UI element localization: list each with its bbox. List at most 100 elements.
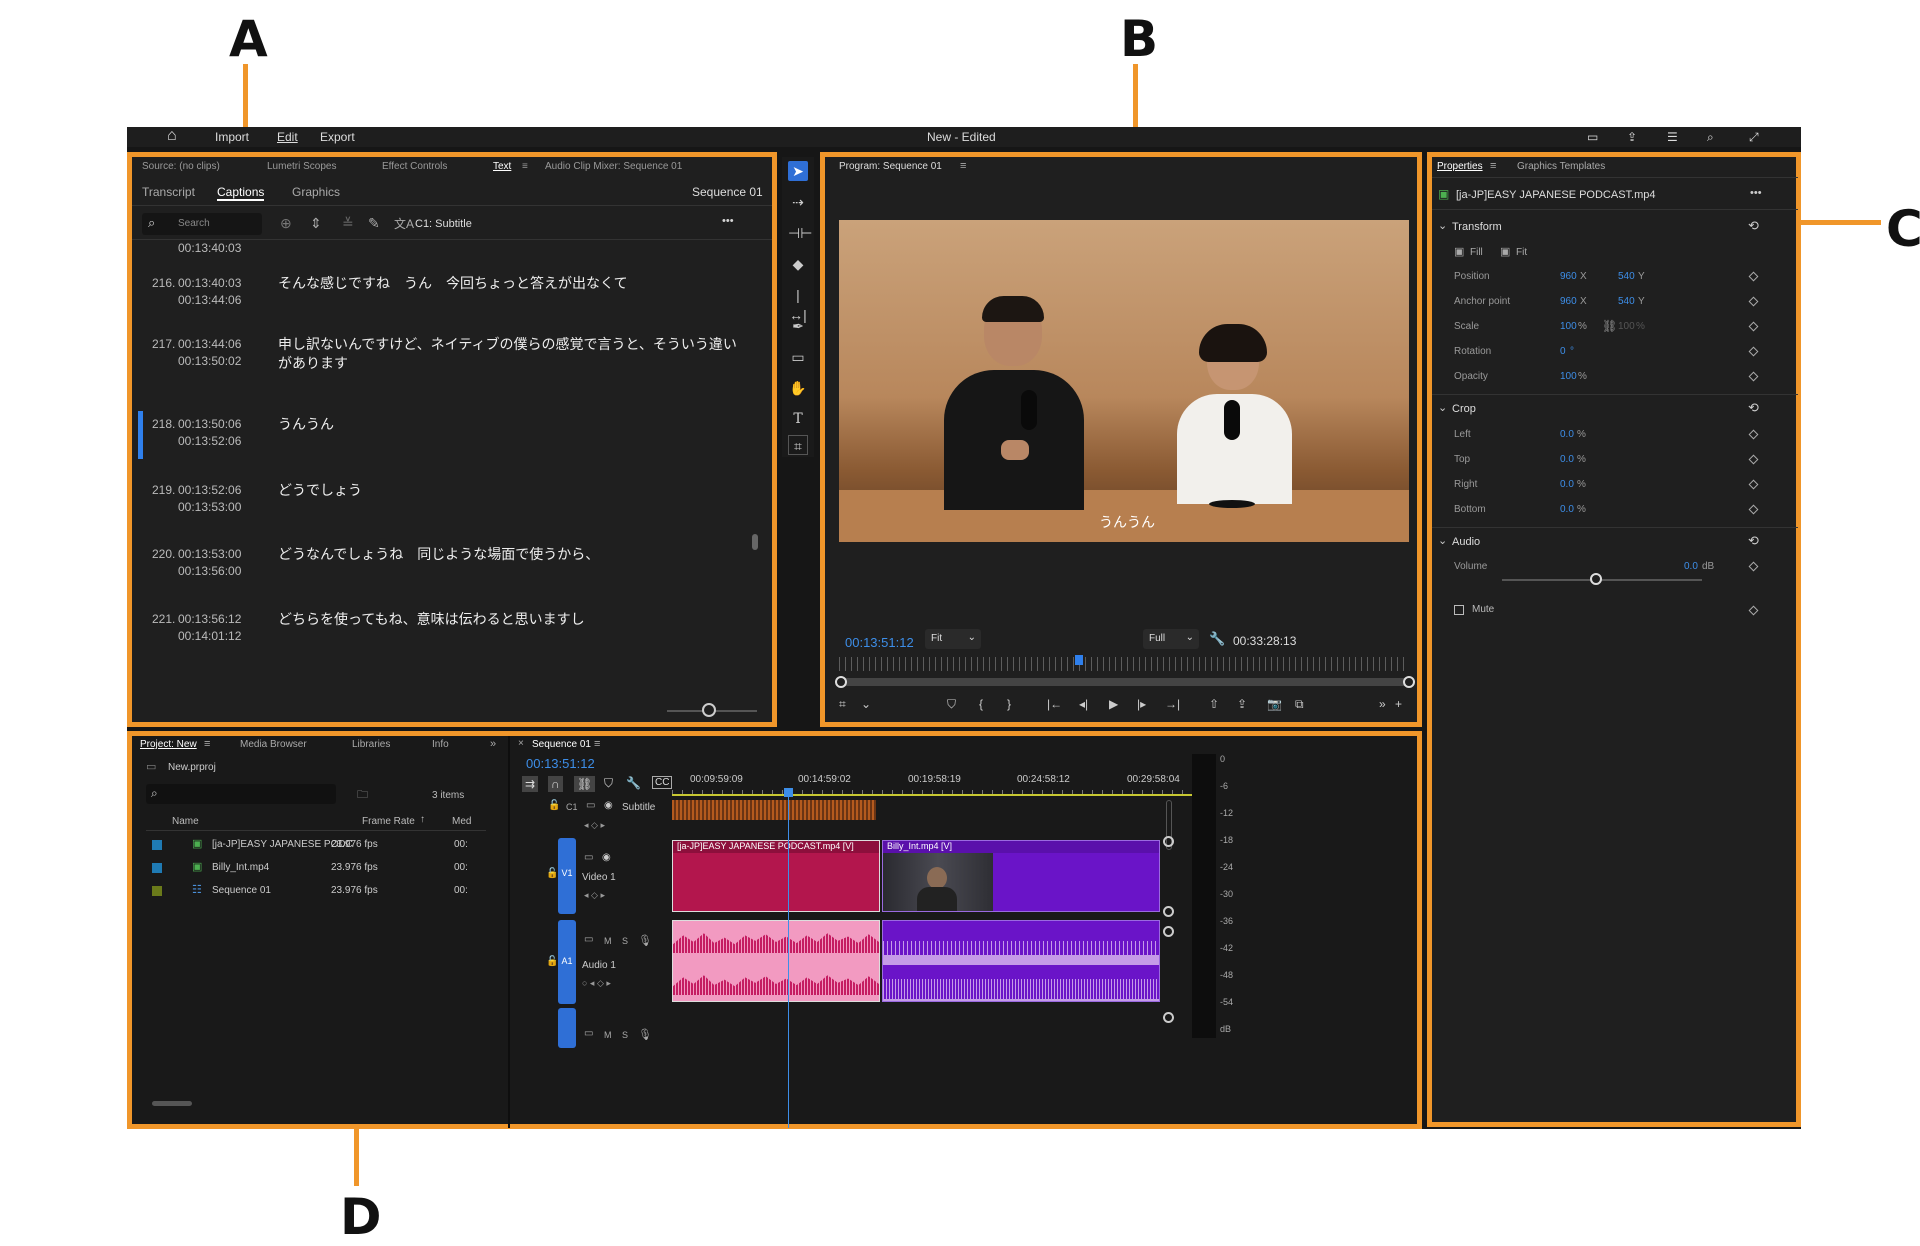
marker-icon[interactable]: ⛉ bbox=[947, 697, 956, 712]
crop-top-value[interactable]: 0.0 bbox=[1560, 454, 1574, 465]
keyframe-icon[interactable] bbox=[1748, 271, 1759, 282]
share-icon[interactable]: ⇪ bbox=[1627, 130, 1637, 144]
solo-s-button[interactable]: S bbox=[622, 936, 628, 946]
keyframe-icon[interactable] bbox=[1748, 371, 1759, 382]
subtab-graphics[interactable]: Graphics bbox=[292, 185, 340, 199]
solo-s-button[interactable]: S bbox=[622, 1030, 628, 1040]
caption-row[interactable]: 219. 00:13:52:06 00:13:53:00 どうでしょう bbox=[132, 481, 752, 533]
sync-icon[interactable]: ▭ bbox=[584, 934, 593, 945]
track-scroll-handle[interactable] bbox=[1163, 1012, 1174, 1023]
type-tool-icon[interactable]: T bbox=[788, 409, 808, 429]
keyframe-nav-icon[interactable]: ◂ ◇ ▸ bbox=[584, 820, 605, 831]
home-icon[interactable]: ⌂ bbox=[167, 127, 177, 145]
tab-menu-icon[interactable]: ≡ bbox=[204, 738, 210, 750]
caption-text[interactable]: どうなんでしょうね 同じような場面で使うから、 bbox=[278, 545, 738, 564]
caption-text[interactable]: うんうん bbox=[278, 415, 738, 434]
lock-icon[interactable]: 🔓 bbox=[546, 868, 558, 879]
section-audio[interactable]: Audio bbox=[1452, 536, 1480, 548]
microphone-icon[interactable]: 🎙 bbox=[638, 934, 652, 947]
label-color-swatch[interactable] bbox=[152, 863, 162, 873]
scroll-handle-left[interactable] bbox=[835, 676, 847, 688]
chevron-down-icon[interactable]: ⌄ bbox=[1438, 219, 1447, 232]
timeline-timecode[interactable]: 00:13:51:12 bbox=[526, 756, 595, 771]
menu-edit[interactable]: Edit bbox=[277, 130, 298, 144]
track-v1-target[interactable]: V1 bbox=[558, 838, 576, 914]
keyframe-icon[interactable] bbox=[1748, 321, 1759, 332]
chevron-down-icon[interactable]: ⌄ bbox=[1438, 401, 1447, 414]
close-tab-icon[interactable]: × bbox=[518, 738, 524, 749]
section-transform[interactable]: Transform bbox=[1452, 221, 1502, 233]
position-y-value[interactable]: 540 bbox=[1618, 271, 1635, 282]
scroll-handle-right[interactable] bbox=[1403, 676, 1415, 688]
tab-source[interactable]: Source: (no clips) bbox=[142, 161, 220, 172]
export-frame-icon[interactable]: 📷 bbox=[1267, 697, 1282, 711]
volume-slider-handle[interactable] bbox=[1590, 573, 1602, 585]
tab-menu-icon[interactable]: ≡ bbox=[594, 738, 600, 750]
caption-track-label[interactable]: C1: Subtitle bbox=[415, 218, 472, 230]
video-clip-1[interactable]: [ja-JP]EASY JAPANESE PODCAST.mp4 [V] bbox=[672, 840, 880, 912]
keyframe-icon[interactable] bbox=[1748, 296, 1759, 307]
subtitle-track-clips[interactable] bbox=[672, 800, 876, 820]
col-media[interactable]: Med bbox=[452, 816, 471, 827]
lock-icon[interactable]: 🔓 bbox=[548, 800, 560, 811]
split-caption-icon[interactable]: ⇕ bbox=[310, 215, 322, 232]
track-a1-target[interactable]: A1 bbox=[558, 920, 576, 1004]
anchor-x-value[interactable]: 960 bbox=[1560, 296, 1577, 307]
tab-effect-controls[interactable]: Effect Controls bbox=[382, 161, 447, 172]
caption-row[interactable]: 217. 00:13:44:06 00:13:50:02 申し訳ないんですけど、… bbox=[132, 336, 752, 397]
subtab-captions[interactable]: Captions bbox=[217, 185, 265, 201]
volume-value[interactable]: 0.0 bbox=[1684, 561, 1698, 572]
tab-media-browser[interactable]: Media Browser bbox=[240, 739, 307, 750]
section-crop[interactable]: Crop bbox=[1452, 403, 1476, 415]
col-name[interactable]: Name bbox=[172, 816, 199, 827]
rotation-value[interactable]: 0 bbox=[1560, 346, 1566, 357]
sync-icon[interactable]: ▭ bbox=[584, 1028, 593, 1039]
keyframe-nav-icon[interactable]: ○ ◂ ◇ ▸ bbox=[582, 978, 611, 989]
more-tabs-icon[interactable]: » bbox=[490, 738, 496, 750]
new-bin-icon[interactable]: 🗀 bbox=[357, 786, 368, 805]
tab-audio-mixer[interactable]: Audio Clip Mixer: Sequence 01 bbox=[545, 161, 682, 172]
position-x-value[interactable]: 960 bbox=[1560, 271, 1577, 282]
microphone-icon[interactable]: 🎙 bbox=[638, 1028, 652, 1041]
caption-text[interactable]: どうでしょう bbox=[278, 481, 738, 500]
caption-row[interactable]: 221. 00:13:56:12 00:14:01:12 どちらを使ってもね、意… bbox=[132, 610, 752, 662]
keyframe-icon[interactable] bbox=[1748, 346, 1759, 357]
fullscreen-icon[interactable]: ⤢ bbox=[1749, 130, 1759, 145]
add-marker-icon[interactable]: ⛉ bbox=[604, 776, 613, 791]
mute-checkbox[interactable] bbox=[1454, 605, 1464, 615]
col-frame-rate[interactable]: Frame Rate bbox=[362, 816, 415, 827]
workspace-icon[interactable]: ▭ bbox=[1587, 130, 1598, 144]
video-clip-2[interactable]: Billy_Int.mp4 [V] bbox=[882, 840, 1160, 912]
subtab-transcript[interactable]: Transcript bbox=[142, 185, 195, 199]
tab-menu-icon[interactable]: ≡ bbox=[1490, 160, 1496, 172]
caption-row[interactable]: 220. 00:13:53:00 00:13:56:00 どうなんでしょうね 同… bbox=[132, 545, 752, 597]
caption-text[interactable]: そんな感じですね うん 今回ちょっと答えが出なくて bbox=[278, 274, 738, 293]
tab-menu-icon[interactable]: ≡ bbox=[522, 161, 528, 172]
fit-icon[interactable]: ▣ bbox=[1500, 245, 1510, 258]
caption-scrollbar[interactable] bbox=[752, 534, 758, 550]
project-hscrollbar[interactable] bbox=[152, 1101, 192, 1106]
reset-icon[interactable]: ⟲ bbox=[1748, 533, 1759, 549]
snap-icon[interactable]: ∩ bbox=[548, 776, 563, 792]
go-to-out-icon[interactable]: →| bbox=[1165, 697, 1180, 711]
track-select-icon[interactable]: ⇢ bbox=[788, 192, 808, 212]
chevron-down-icon[interactable]: ⌄ bbox=[1438, 534, 1447, 547]
caption-row[interactable]: 216. 00:13:40:03 00:13:44:06 そんな感じですね うん… bbox=[132, 272, 752, 322]
tab-project[interactable]: Project: New bbox=[140, 739, 197, 750]
anchor-y-value[interactable]: 540 bbox=[1618, 296, 1635, 307]
compare-icon[interactable]: ⧉ bbox=[1295, 697, 1304, 712]
crop-right-value[interactable]: 0.0 bbox=[1560, 479, 1574, 490]
pen-tool-icon[interactable]: ✒ bbox=[788, 316, 808, 336]
caption-text[interactable]: どちらを使ってもね、意味は伝わると思いますし bbox=[278, 610, 738, 629]
sync-icon[interactable]: ▭ bbox=[586, 800, 595, 811]
mark-out-icon[interactable]: } bbox=[1007, 697, 1011, 711]
eye-icon[interactable]: ◉ bbox=[604, 800, 613, 811]
project-item-row[interactable]: ☷ Sequence 01 23.976 fps 00: bbox=[146, 882, 486, 900]
resolution-select[interactable]: Full ⌄ bbox=[1143, 629, 1199, 649]
keyframe-icon[interactable] bbox=[1748, 561, 1759, 572]
slip-icon[interactable]: |↔| bbox=[788, 285, 808, 323]
merge-caption-icon[interactable]: ≚ bbox=[342, 215, 354, 232]
caption-row-selected[interactable]: 218. 00:13:50:06 00:13:52:06 うんうん bbox=[132, 411, 752, 467]
timeline-settings-icon[interactable]: 🔧 bbox=[626, 776, 641, 790]
hand-tool-icon[interactable]: ✋ bbox=[788, 378, 808, 398]
